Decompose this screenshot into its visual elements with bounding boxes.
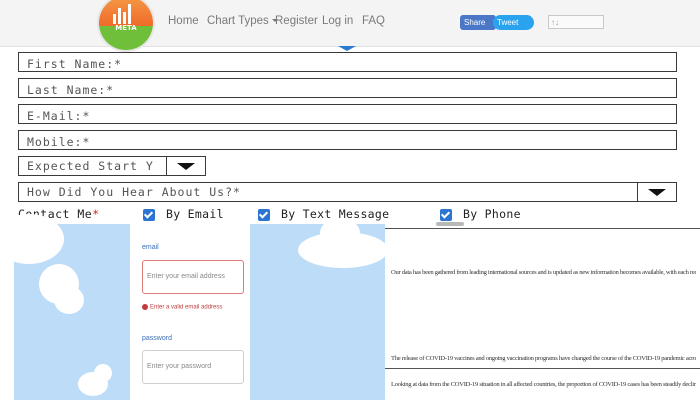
start-year-separator xyxy=(166,157,167,175)
mobile-input[interactable] xyxy=(19,133,676,151)
mini-widget[interactable]: ↑↓ xyxy=(548,15,604,29)
cloud-shape xyxy=(0,214,64,264)
facebook-share-button[interactable]: Share xyxy=(460,15,496,30)
sky-background-left xyxy=(0,214,130,400)
contact-email-label[interactable]: By Email xyxy=(166,207,224,221)
first-name-field-box xyxy=(18,52,677,73)
contact-phone-checkbox[interactable] xyxy=(440,209,452,221)
article-paragraph: Looking at data from the COVID-19 situat… xyxy=(391,381,696,388)
last-name-field-box xyxy=(18,78,677,99)
start-year-value: Expected Start Y xyxy=(27,159,154,173)
nav-faq-link[interactable]: FAQ xyxy=(362,15,385,27)
login-panel: email Enter your email address Enter a v… xyxy=(130,225,250,400)
sky-background-right xyxy=(250,218,388,400)
article-paragraph: The release of COVID-19 vaccines and ong… xyxy=(391,355,696,362)
mobile-field-box xyxy=(18,130,677,151)
nav-pointer-icon xyxy=(338,46,356,51)
login-email-placeholder: Enter your email address xyxy=(147,273,225,280)
nav-home-link[interactable]: Home xyxy=(168,15,199,27)
nav-register-link[interactable]: Register xyxy=(275,15,318,27)
nav-chart-types-label: Chart Types xyxy=(207,15,269,27)
required-mark: * xyxy=(92,207,100,221)
login-email-input[interactable]: Enter your email address xyxy=(142,260,244,294)
cloud-shape xyxy=(94,364,112,382)
login-password-placeholder: Enter your password xyxy=(147,363,212,370)
cloud-shape xyxy=(320,218,360,248)
site-logo[interactable]: META xyxy=(97,0,155,52)
logo-bars-icon xyxy=(113,4,133,24)
tweet-label: Tweet xyxy=(497,18,519,27)
nav-chart-types-menu[interactable]: Chart Types xyxy=(207,15,278,27)
last-name-input[interactable] xyxy=(19,81,676,99)
hear-about-value: How Did You Hear About Us?* xyxy=(27,185,241,199)
login-email-label: email xyxy=(142,244,159,251)
login-password-label: password xyxy=(142,335,172,342)
chevron-down-icon xyxy=(648,189,666,196)
top-navbar: META Home Chart Types Register Log in FA… xyxy=(0,0,700,52)
hear-about-select[interactable]: How Did You Hear About Us?* xyxy=(18,182,677,202)
article-top-rule xyxy=(385,228,700,229)
start-year-select[interactable]: Expected Start Y xyxy=(18,156,206,176)
contact-text-checkbox[interactable] xyxy=(258,209,270,221)
login-email-error-text: Enter a valid email address xyxy=(150,304,223,311)
scroll-handle[interactable] xyxy=(436,222,464,226)
tweet-button[interactable]: Tweet xyxy=(493,15,534,30)
hear-about-separator xyxy=(637,183,638,201)
mini-widget-controls: ↑↓ xyxy=(551,18,559,27)
cloud-shape xyxy=(54,286,84,314)
article-snippet: Our data has been gathered from leading … xyxy=(385,228,700,400)
article-paragraph: Our data has been gathered from leading … xyxy=(391,269,696,276)
login-password-input[interactable]: Enter your password xyxy=(142,350,244,384)
share-label: Share xyxy=(464,18,486,27)
email-input[interactable] xyxy=(19,107,676,125)
first-name-input[interactable] xyxy=(19,55,676,73)
contact-email-checkbox[interactable] xyxy=(143,209,155,221)
email-field-box xyxy=(18,104,677,125)
nav-login-link[interactable]: Log in xyxy=(322,15,353,27)
login-email-error: Enter a valid email address xyxy=(142,304,222,311)
contact-phone-label[interactable]: By Phone xyxy=(463,207,521,221)
logo-text: META xyxy=(115,24,137,32)
article-divider xyxy=(385,368,700,369)
error-icon xyxy=(142,304,148,310)
chevron-down-icon xyxy=(177,163,195,170)
